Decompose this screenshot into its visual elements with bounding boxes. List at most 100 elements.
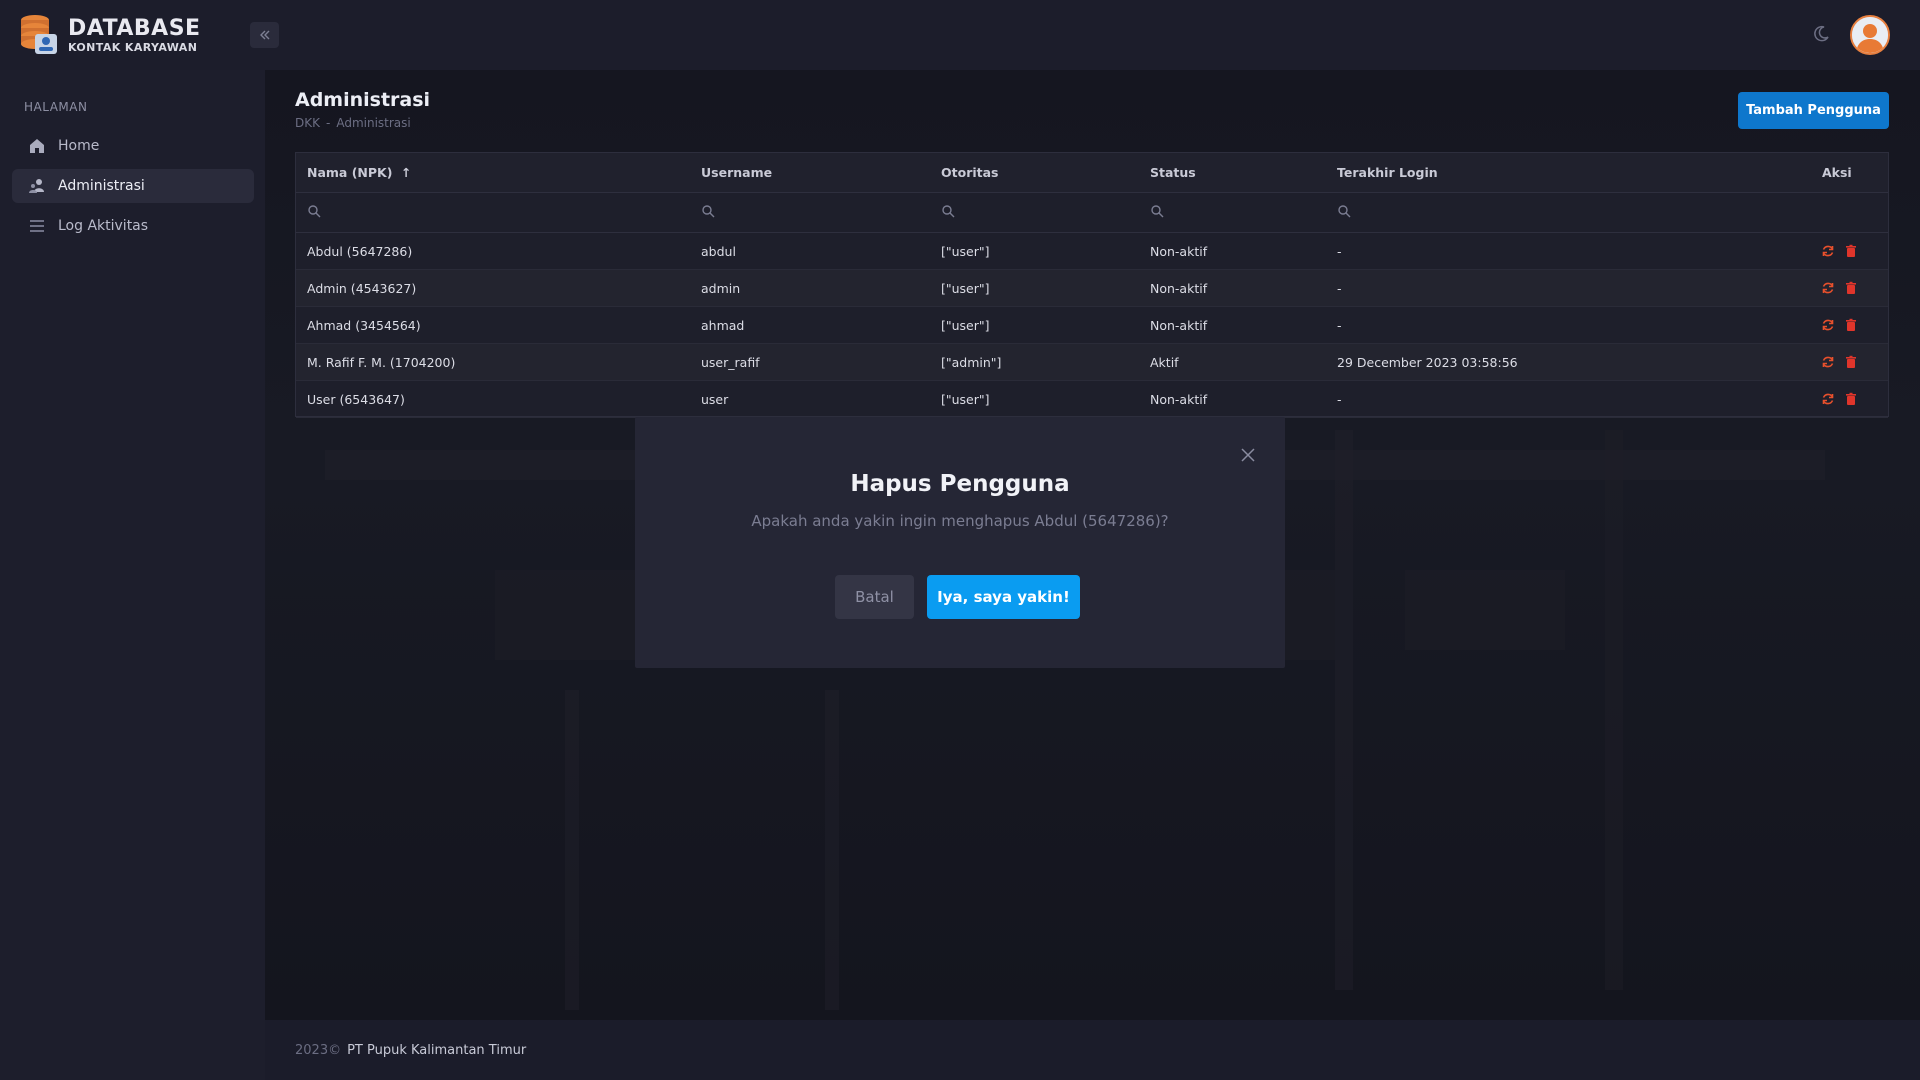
- avatar-icon: [1852, 17, 1888, 53]
- confirm-delete-button[interactable]: Iya, saya yakin!: [927, 575, 1080, 619]
- trash-icon[interactable]: [1844, 355, 1858, 369]
- cell-status: Non-aktif: [1150, 243, 1208, 259]
- database-logo-icon: [19, 14, 59, 56]
- delete-user-modal: Hapus Pengguna Apakah anda yakin ingin m…: [635, 417, 1285, 668]
- cell-authority: ["user"]: [941, 243, 990, 259]
- sidebar-heading: HALAMAN: [24, 100, 88, 114]
- filter-status-input[interactable]: [1150, 204, 1164, 221]
- sidebar-item-administrasi[interactable]: Administrasi: [12, 169, 254, 203]
- double-chevron-left-icon: [259, 30, 269, 40]
- cell-name: Admin (4543627): [307, 280, 417, 296]
- trash-icon[interactable]: [1844, 281, 1858, 295]
- cell-name: Ahmad (3454564): [307, 317, 421, 333]
- cell-name: M. Rafif F. M. (1704200): [307, 354, 456, 370]
- trash-icon[interactable]: [1844, 318, 1858, 332]
- list-icon: [28, 217, 46, 235]
- cell-actions: [1821, 355, 1867, 369]
- sidebar-item-label: Log Aktivitas: [58, 218, 149, 234]
- cell-username: user_rafif: [701, 354, 760, 370]
- moon-icon: [1814, 25, 1829, 42]
- reset-password-icon[interactable]: [1821, 392, 1835, 406]
- table-row: Abdul (5647286) abdul ["user"] Non-aktif…: [296, 233, 1888, 270]
- cell-last-login: -: [1337, 391, 1342, 407]
- cell-username: admin: [701, 280, 741, 296]
- cell-authority: ["user"]: [941, 391, 990, 407]
- cell-last-login: 29 December 2023 03:58:56: [1337, 354, 1518, 370]
- users-icon: [28, 177, 46, 195]
- brand-subtitle: KONTAK KARYAWAN: [68, 40, 198, 54]
- column-header-authority[interactable]: Otoritas: [941, 165, 999, 180]
- dark-mode-toggle[interactable]: [1811, 24, 1831, 44]
- user-avatar[interactable]: [1850, 15, 1890, 55]
- column-header-actions: Aksi: [1822, 165, 1852, 180]
- cell-username: ahmad: [701, 317, 745, 333]
- cell-actions: [1821, 244, 1867, 258]
- cell-last-login: -: [1337, 280, 1342, 296]
- users-table: Nama (NPK) ↑ Username Otoritas Status Te…: [295, 152, 1889, 418]
- modal-close-button[interactable]: [1241, 447, 1255, 462]
- filter-last-login-input[interactable]: [1337, 204, 1351, 221]
- cell-actions: [1821, 318, 1867, 332]
- cell-last-login: -: [1337, 243, 1342, 259]
- table-filter-row: [296, 193, 1888, 233]
- brand[interactable]: DATABASE KONTAK KARYAWAN: [19, 14, 201, 56]
- cell-last-login: -: [1337, 317, 1342, 333]
- top-header: DATABASE KONTAK KARYAWAN: [0, 0, 1920, 70]
- cell-authority: ["admin"]: [941, 354, 1002, 370]
- modal-title: Hapus Pengguna: [850, 471, 1070, 497]
- sidebar-item-home[interactable]: Home: [12, 129, 254, 163]
- table-row: Admin (4543627) admin ["user"] Non-aktif…: [296, 270, 1888, 307]
- cell-username: abdul: [701, 243, 736, 259]
- reset-password-icon[interactable]: [1821, 318, 1835, 332]
- footer-year: 2023©: [295, 1042, 342, 1058]
- breadcrumb-separator: -: [325, 116, 331, 130]
- filter-username-input[interactable]: [701, 204, 715, 221]
- column-header-username[interactable]: Username: [701, 165, 772, 180]
- add-user-button[interactable]: Tambah Pengguna: [1738, 92, 1889, 129]
- table-header-row: Nama (NPK) ↑ Username Otoritas Status Te…: [296, 153, 1888, 193]
- table-row: Ahmad (3454564) ahmad ["user"] Non-aktif…: [296, 307, 1888, 344]
- cell-username: user: [701, 391, 729, 407]
- modal-message: Apakah anda yakin ingin menghapus Abdul …: [751, 512, 1169, 530]
- sort-asc-icon: ↑: [400, 165, 412, 180]
- reset-password-icon[interactable]: [1821, 244, 1835, 258]
- cell-actions: [1821, 392, 1867, 406]
- cell-status: Aktif: [1150, 354, 1179, 370]
- cell-name: User (6543647): [307, 391, 405, 407]
- table-row: M. Rafif F. M. (1704200) user_rafif ["ad…: [296, 344, 1888, 381]
- cancel-button[interactable]: Batal: [835, 575, 914, 619]
- close-icon: [1241, 448, 1255, 462]
- column-header-status[interactable]: Status: [1150, 165, 1196, 180]
- search-icon: [1338, 205, 1351, 218]
- reset-password-icon[interactable]: [1821, 355, 1835, 369]
- cell-authority: ["user"]: [941, 280, 990, 296]
- search-icon: [702, 205, 715, 218]
- page-title: Administrasi: [295, 89, 431, 111]
- sidebar-item-label: Administrasi: [58, 178, 145, 194]
- trash-icon[interactable]: [1844, 244, 1858, 258]
- sidebar: HALAMAN Home Administrasi Log Aktivitas: [0, 70, 265, 1080]
- cell-authority: ["user"]: [941, 317, 990, 333]
- search-icon: [308, 205, 321, 218]
- breadcrumb-current: Administrasi: [336, 116, 411, 130]
- breadcrumb-root[interactable]: DKK: [295, 116, 320, 130]
- cell-status: Non-aktif: [1150, 280, 1208, 296]
- search-icon: [942, 205, 955, 218]
- trash-icon[interactable]: [1844, 392, 1858, 406]
- cell-status: Non-aktif: [1150, 317, 1208, 333]
- table-row: User (6543647) user ["user"] Non-aktif -: [296, 381, 1888, 418]
- footer-company-link[interactable]: PT Pupuk Kalimantan Timur: [347, 1043, 526, 1058]
- filter-name-input[interactable]: [307, 204, 321, 221]
- sidebar-collapse-button[interactable]: [250, 22, 279, 48]
- cell-name: Abdul (5647286): [307, 243, 413, 259]
- breadcrumb: DKK - Administrasi: [295, 116, 411, 130]
- sidebar-item-log-aktivitas[interactable]: Log Aktivitas: [12, 209, 254, 243]
- brand-title: DATABASE: [68, 15, 201, 41]
- footer: 2023© PT Pupuk Kalimantan Timur: [265, 1020, 1920, 1080]
- reset-password-icon[interactable]: [1821, 281, 1835, 295]
- home-icon: [28, 137, 46, 155]
- filter-authority-input[interactable]: [941, 204, 955, 221]
- cell-actions: [1821, 281, 1867, 295]
- column-header-last-login[interactable]: Terakhir Login: [1337, 165, 1438, 180]
- column-header-name[interactable]: Nama (NPK) ↑: [307, 165, 411, 180]
